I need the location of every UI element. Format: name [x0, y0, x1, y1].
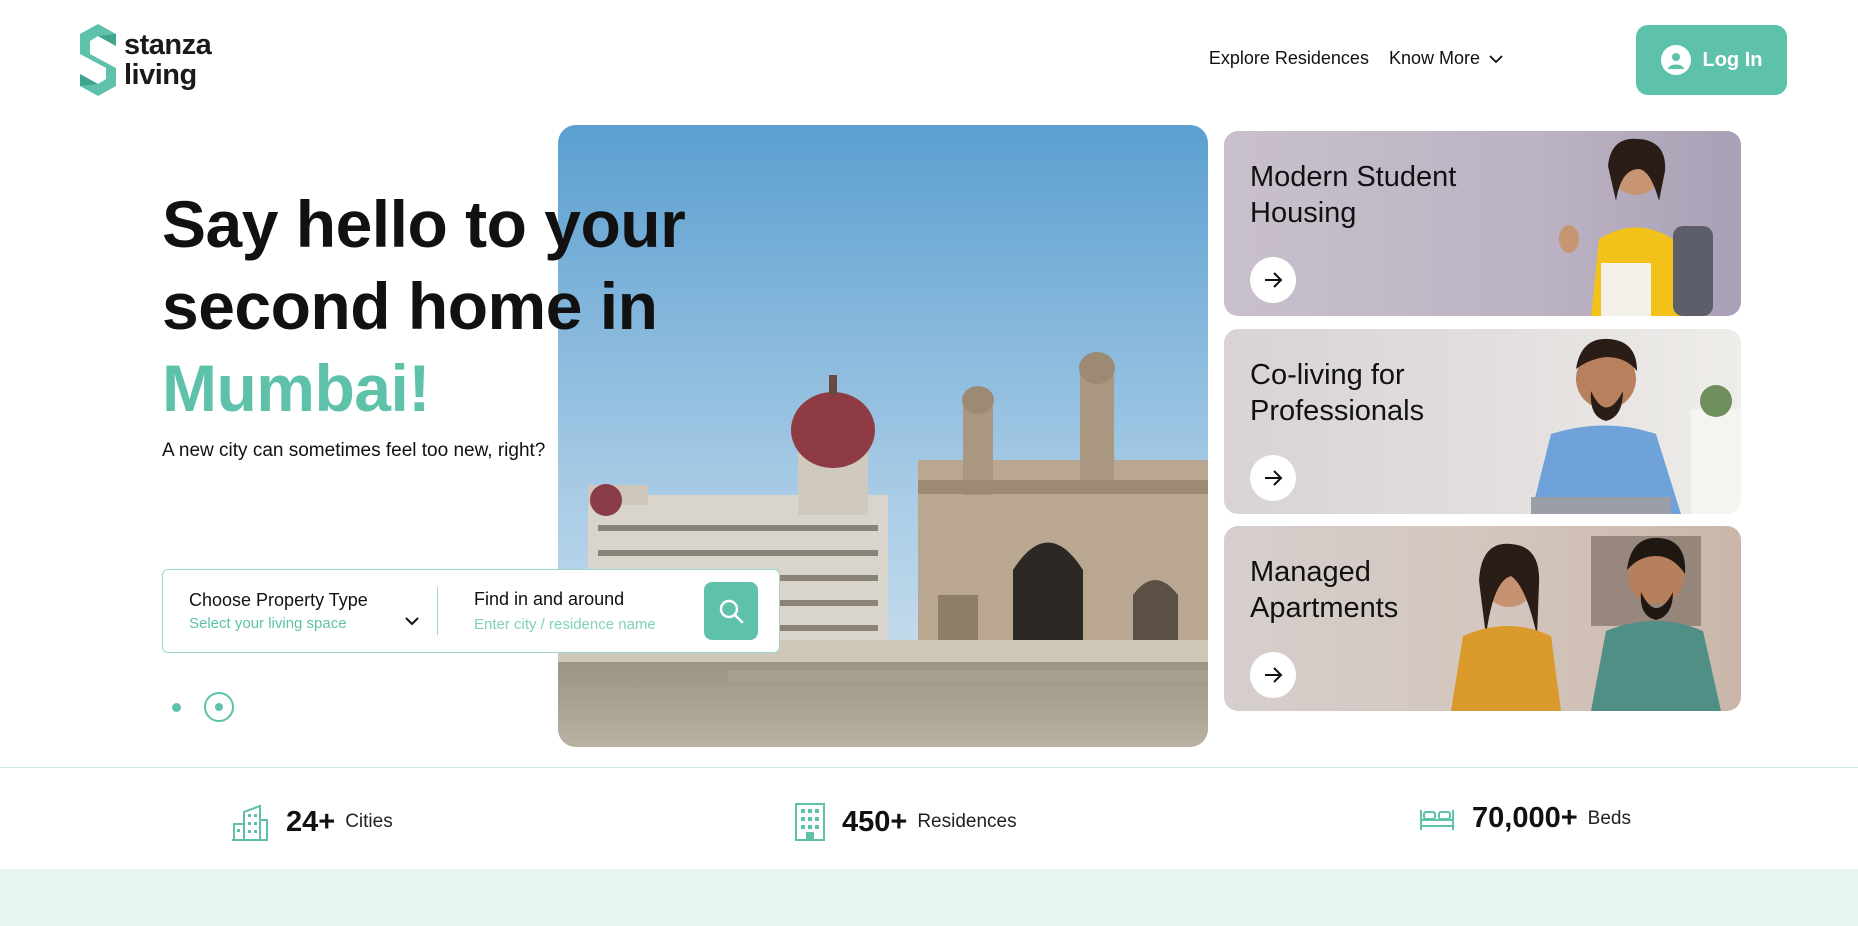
login-button[interactable]: Log In — [1636, 25, 1787, 95]
hero-heading-line2: second home in — [162, 269, 658, 343]
card-title-line2: Housing — [1250, 197, 1357, 229]
hero-city-name: Mumbai! — [162, 351, 430, 425]
bed-icon — [1420, 809, 1454, 830]
professional-photo — [1531, 338, 1741, 514]
card-coliving-professionals[interactable]: Co-living for Professionals — [1224, 329, 1741, 514]
location-search-field: Find in and around — [438, 589, 702, 634]
nav-explore-label: Explore Residences — [1208, 48, 1369, 68]
stat-residences-number: 450+ — [842, 805, 908, 838]
location-search-input[interactable] — [474, 615, 694, 633]
card-title: Managed Apartments — [1250, 554, 1398, 626]
property-type-dropdown[interactable]: Choose Property Type Select your living … — [163, 590, 437, 632]
main-nav: Explore Residences Know More — [1209, 48, 1504, 69]
stat-cities: 24+ Cities — [230, 802, 393, 842]
stat-residences: 450+ Residences — [794, 802, 1017, 842]
stat-cities-number: 24+ — [286, 805, 336, 838]
stat-beds-label: Beds — [1587, 807, 1631, 829]
location-search-label: Find in and around — [474, 588, 625, 609]
card-title: Co-living for Professionals — [1250, 357, 1424, 429]
card-arrow-button[interactable] — [1250, 257, 1296, 303]
arrow-right-icon — [1265, 667, 1283, 683]
carousel-dot-2-active[interactable] — [204, 692, 234, 722]
nav-know-more-dropdown[interactable]: Know More — [1389, 48, 1504, 69]
card-student-housing[interactable]: Modern Student Housing — [1224, 131, 1741, 316]
nav-explore-residences[interactable]: Explore Residences — [1209, 48, 1369, 69]
card-title-line2: Professionals — [1250, 395, 1425, 427]
arrow-right-icon — [1265, 470, 1283, 486]
user-avatar-icon — [1660, 45, 1691, 75]
next-section-band — [0, 869, 1858, 926]
student-photo — [1559, 138, 1713, 316]
stat-cities-label: Cities — [345, 811, 393, 832]
arrow-right-icon — [1265, 272, 1283, 288]
building-icon — [795, 803, 825, 841]
card-title-line1: Managed — [1250, 556, 1371, 588]
carousel-dot-1[interactable] — [172, 703, 181, 712]
card-arrow-button[interactable] — [1250, 652, 1296, 698]
search-button[interactable] — [704, 582, 758, 640]
nav-know-more-label: Know More — [1388, 48, 1480, 68]
hero-heading: Say hello to your second home in Mumbai! — [162, 183, 686, 429]
hero-heading-line1: Say hello to your — [162, 187, 686, 261]
property-type-hint: Select your living space — [189, 615, 347, 632]
logo-mark-icon — [80, 24, 116, 96]
card-title-line1: Co-living for — [1250, 359, 1405, 391]
logo-text-line1: stanza — [124, 29, 212, 61]
logo-text-line2: living — [124, 59, 197, 91]
card-title: Modern Student Housing — [1250, 159, 1456, 231]
logo-wordmark: stanza living — [124, 29, 212, 91]
stanza-living-logo[interactable]: stanza living — [76, 24, 212, 96]
search-icon — [719, 599, 744, 624]
card-arrow-button[interactable] — [1250, 455, 1296, 501]
property-search-bar: Choose Property Type Select your living … — [162, 569, 780, 653]
stats-bar: 24+ Cities 450+ Residences 70,000+ Beds — [0, 767, 1858, 869]
couple-photo — [1451, 536, 1721, 711]
active-dot-indicator — [215, 703, 223, 711]
login-button-label: Log In — [1702, 48, 1763, 71]
stat-beds: 70,000+ Beds — [1418, 802, 1631, 835]
card-title-line1: Modern Student — [1250, 161, 1457, 193]
card-title-line2: Apartments — [1250, 592, 1399, 624]
city-buildings-icon — [232, 804, 268, 841]
chevron-down-icon — [405, 617, 419, 626]
card-managed-apartments[interactable]: Managed Apartments — [1224, 526, 1741, 711]
hero-subtitle: A new city can sometimes feel too new, r… — [162, 440, 546, 461]
property-type-label: Choose Property Type — [189, 590, 368, 610]
stat-residences-label: Residences — [917, 811, 1017, 832]
chevron-down-icon — [1489, 54, 1503, 63]
site-header: stanza living Explore Residences Know Mo… — [0, 0, 1858, 120]
stat-beds-number: 70,000+ — [1472, 802, 1578, 834]
